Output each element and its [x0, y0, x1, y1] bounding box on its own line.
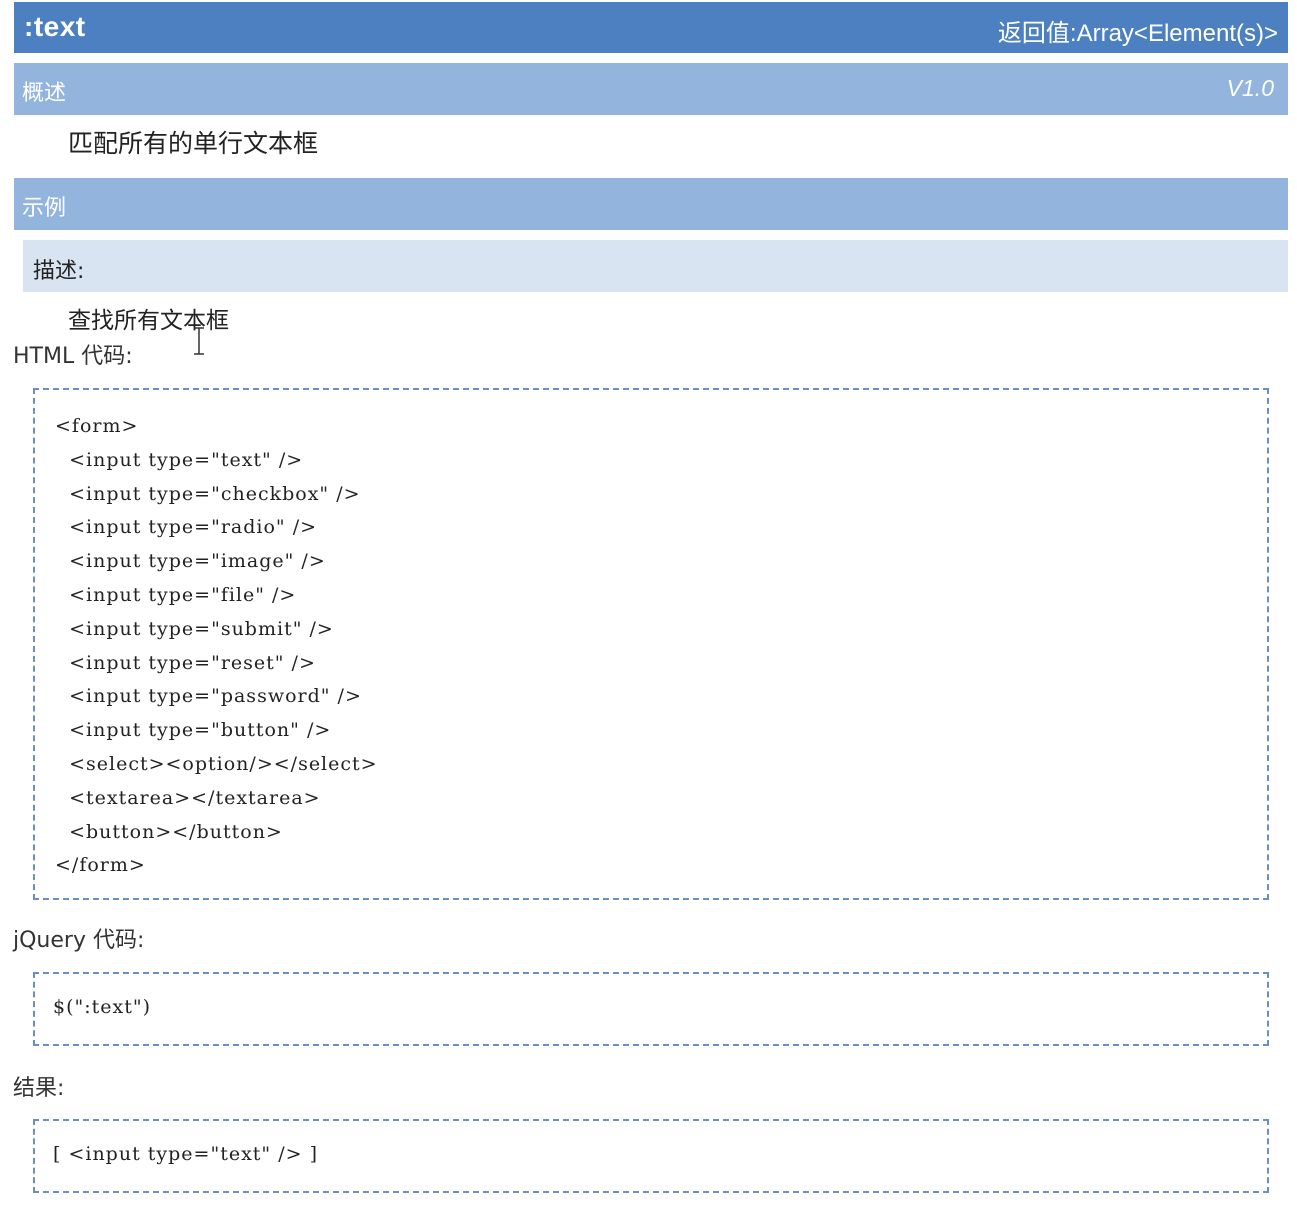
html-code-lines: <form> <input type="text" /> <input type… — [55, 410, 378, 883]
code-line: <input type="button" /> — [55, 719, 332, 742]
code-line: </form> — [55, 854, 146, 877]
text-cursor-icon — [194, 327, 204, 355]
jquery-code-box: $(":text") — [33, 972, 1269, 1046]
example-header: 示例 — [14, 178, 1288, 230]
description-subheader: 描述: — [23, 240, 1288, 292]
overview-description: 匹配所有的单行文本框 — [68, 129, 319, 158]
code-line: <input type="text" /> — [55, 448, 304, 471]
code-line: <select><option/></select> — [55, 752, 378, 775]
overview-header: 概述 V1.0 — [14, 63, 1288, 115]
description-label: 描述: — [33, 259, 85, 284]
code-line: <input type="radio" /> — [55, 516, 318, 539]
selector-title: :text — [24, 11, 86, 42]
api-doc-page: :text 返回值:Array<Element(s)> 概述 V1.0 匹配所有… — [0, 0, 1297, 1214]
code-line: <input type="reset" /> — [55, 651, 316, 674]
return-value: 返回值:Array<Element(s)> — [997, 20, 1278, 47]
result-code: [ <input type="text" /> ] — [53, 1143, 318, 1165]
code-line: <input type="checkbox" /> — [55, 482, 361, 505]
jquery-code-label: jQuery 代码: — [13, 928, 145, 953]
code-line: <button></button> — [55, 820, 283, 843]
html-code-label: HTML 代码: — [13, 344, 133, 369]
code-line: <input type="image" /> — [55, 550, 326, 573]
title-bar: :text 返回值:Array<Element(s)> — [14, 2, 1288, 53]
code-line: <form> — [55, 415, 139, 437]
overview-label: 概述 — [22, 81, 67, 106]
code-line: <input type="file" /> — [55, 583, 297, 606]
html-code-box: <form> <input type="text" /> <input type… — [33, 388, 1269, 900]
result-code-box: [ <input type="text" /> ] — [33, 1119, 1269, 1193]
version-label: V1.0 — [1226, 75, 1274, 101]
example-label: 示例 — [22, 196, 67, 221]
result-label: 结果: — [13, 1076, 65, 1101]
jquery-code: $(":text") — [53, 996, 152, 1018]
code-line: <input type="submit" /> — [55, 617, 334, 640]
code-line: <textarea></textarea> — [55, 786, 321, 809]
code-line: <input type="password" /> — [55, 685, 362, 708]
